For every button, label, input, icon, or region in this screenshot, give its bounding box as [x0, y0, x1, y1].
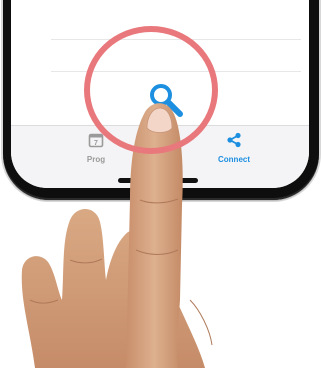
tap-highlight-circle [84, 26, 218, 154]
tutorial-scene: 7 Prog Connect [0, 0, 321, 368]
